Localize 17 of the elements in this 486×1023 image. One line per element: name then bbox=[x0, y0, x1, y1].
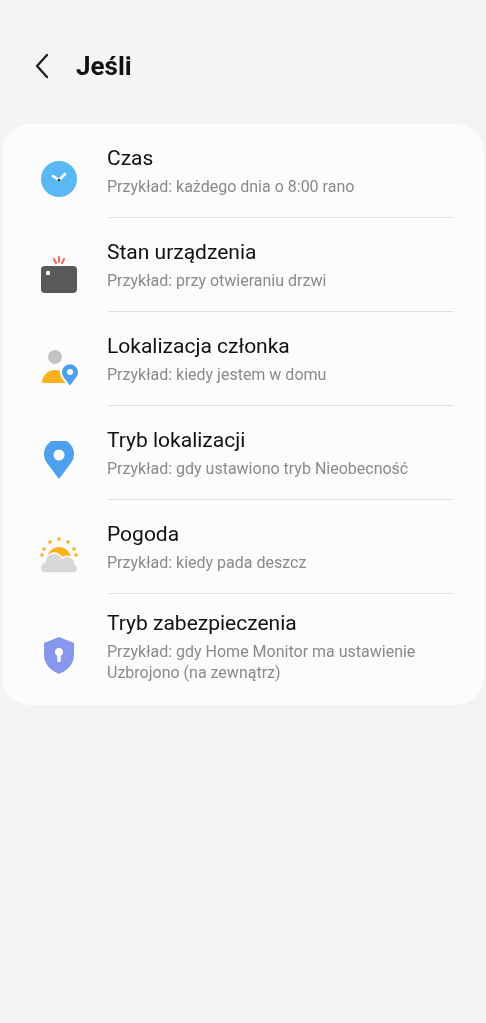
item-subtitle: Przykład: gdy ustawiono tryb Nieobecność bbox=[107, 457, 409, 479]
item-title[interactable]: Lokalizacja członka bbox=[107, 333, 327, 358]
device-icon bbox=[39, 253, 79, 293]
sun-cloud-icon bbox=[39, 535, 79, 575]
item-subtitle: Przykład: przy otwieraniu drzwi bbox=[107, 269, 327, 291]
item-subtitle: Przykład: gdy Home Monitor ma ustawienie Uzbrojono (na zewnątrz) bbox=[107, 641, 417, 683]
item-subtitle: Przykład: każdego dnia o 8:00 rano bbox=[107, 175, 355, 197]
clock-icon bbox=[39, 159, 79, 199]
page-title: Jeśli bbox=[76, 51, 132, 81]
person-location-icon bbox=[39, 347, 79, 387]
item-title[interactable]: Czas bbox=[107, 145, 355, 170]
item-title[interactable]: Tryb zabezpieczenia bbox=[107, 611, 476, 635]
item-title[interactable]: Pogoda bbox=[107, 521, 307, 546]
item-subtitle: Przykład: kiedy pada deszcz bbox=[107, 551, 307, 573]
item-subtitle: Przykład: kiedy jestem w domu bbox=[107, 363, 327, 385]
item-title[interactable]: Tryb lokalizacji bbox=[107, 427, 409, 452]
item-title[interactable]: Stan urządzenia bbox=[107, 239, 327, 264]
